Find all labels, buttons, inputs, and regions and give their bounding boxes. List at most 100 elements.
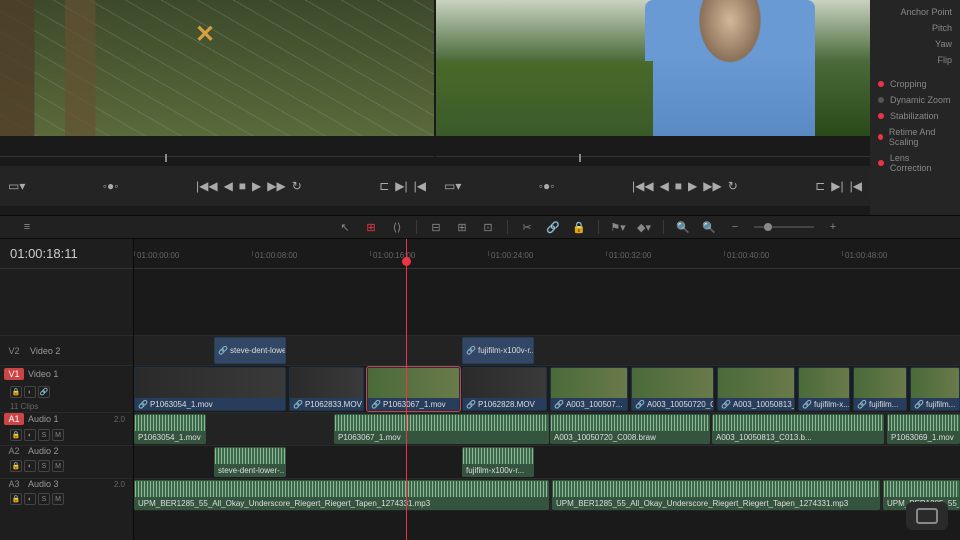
flag-icon[interactable]: ⚑▾ [611,220,625,234]
clip[interactable]: A003_10050720_C008.braw [550,414,710,444]
clip[interactable]: 🔗A003_10050813_C03... [717,367,795,411]
goto-in-icon[interactable]: ▶| [395,179,407,193]
playhead[interactable] [406,239,407,540]
clip[interactable]: 🔗fujifilm-x100v-r... [462,337,534,364]
clip[interactable]: 🔗P1063067_1.mov [367,367,460,411]
lock-button[interactable]: 🔒 [10,493,22,505]
clip[interactable]: 🔗fujifilm-x... [798,367,850,411]
source-viewer[interactable] [0,0,434,136]
first-frame-icon[interactable]: |◀◀ [632,179,654,193]
clip[interactable]: 🔗steve-dent-lower-... [214,337,286,364]
clip[interactable]: UPM_BER1285_55_All_Okay_Underscore_Riege… [134,480,549,510]
lock-icon[interactable]: 🔒 [572,220,586,234]
blade-tool-icon[interactable]: ⊟ [429,220,443,234]
cropping-row[interactable]: Cropping [870,76,960,92]
clip[interactable]: UPM_BER1285_55_All_Okay_Underscore_Riege… [552,480,880,510]
timeline-view-icon[interactable]: ≡ [20,220,34,234]
mute-button[interactable]: M [52,429,64,441]
overwrite-icon[interactable]: ⊡ [481,220,495,234]
solo-button[interactable]: S [38,429,50,441]
clip[interactable]: 🔗A003_10050720_C008.braw [631,367,714,411]
play-icon[interactable]: ▶ [252,179,261,193]
razor-icon[interactable]: ✂ [520,220,534,234]
track-header-a1[interactable]: A1Audio 12.0 🔒◐SM [0,412,133,445]
clip[interactable]: P1063069_1.mov [887,414,960,444]
arrow-tool-icon[interactable]: ↖ [338,220,352,234]
anchor-point-label[interactable]: Anchor Point [870,4,960,20]
program-viewer[interactable] [436,0,870,136]
chat-icon[interactable] [906,502,948,530]
next-frame-icon[interactable]: ▶▶ [703,179,721,193]
match-frame-icon[interactable]: ◦●◦ [539,179,555,193]
clip[interactable]: 🔗fujifilm... [910,367,960,411]
next-frame-icon[interactable]: ▶▶ [267,179,285,193]
toggle-button[interactable]: ◐ [24,386,36,398]
play-icon[interactable]: ▶ [688,179,697,193]
mute-button[interactable]: M [52,493,64,505]
loop-icon[interactable]: ↻ [292,179,302,193]
source-scrub-bar[interactable] [0,156,434,164]
viewer-panel [0,0,870,136]
stop-icon[interactable]: ■ [675,179,682,193]
toggle-button[interactable]: ◐ [24,460,36,472]
clip[interactable]: P1063067_1.mov [334,414,549,444]
minus-icon[interactable]: − [728,220,742,234]
timeline-ruler[interactable]: 01:00:00:0001:00:08:0001:00:16:0001:00:2… [134,239,960,269]
mark-in-icon[interactable]: ⊏ [815,179,825,193]
clip[interactable]: P1063054_1.mov [134,414,206,444]
solo-button[interactable]: S [38,460,50,472]
program-scrub-bar[interactable] [436,156,870,164]
viewer-mode-icon[interactable]: ▭▾ [8,179,25,193]
track-header-a2[interactable]: A2Audio 2 🔒◐SM [0,445,133,478]
mute-button[interactable]: M [52,460,64,472]
marker-icon[interactable]: ◆▾ [637,220,651,234]
pitch-label[interactable]: Pitch [870,20,960,36]
lock-button[interactable]: 🔒 [10,460,22,472]
timecode-display[interactable]: 01:00:18:11 [0,239,133,269]
zoom-out-icon[interactable]: 🔍 [676,220,690,234]
retime-row[interactable]: Retime And Scaling [870,124,960,150]
insert-icon[interactable]: ⊞ [455,220,469,234]
yaw-label[interactable]: Yaw [870,36,960,52]
lock-button[interactable]: 🔒 [10,429,22,441]
prev-frame-icon[interactable]: ◀ [660,179,669,193]
clip[interactable]: 🔗P1062833.MOV [289,367,364,411]
solo-button[interactable]: S [38,493,50,505]
clip[interactable]: 🔗P1063054_1.mov [134,367,286,411]
clip[interactable]: fujifilm-x100v-r... [462,447,534,477]
stop-icon[interactable]: ■ [239,179,246,193]
goto-out-icon[interactable]: |◀ [414,179,426,193]
toggle-button[interactable]: ◐ [24,429,36,441]
plus-icon[interactable]: + [826,220,840,234]
prev-frame-icon[interactable]: ◀ [224,179,233,193]
lock-button[interactable]: 🔒 [10,386,22,398]
inspector-panel: Anchor Point Pitch Yaw Flip Cropping Dyn… [870,0,960,215]
dynamic-zoom-row[interactable]: Dynamic Zoom [870,92,960,108]
goto-in-icon[interactable]: ▶| [831,179,843,193]
stabilization-row[interactable]: Stabilization [870,108,960,124]
track-header-v1[interactable]: V1Video 1 🔒◐🔗 11 Clips [0,365,133,412]
match-frame-icon[interactable]: ◦●◦ [103,179,119,193]
zoom-fit-icon[interactable]: 🔍 [702,220,716,234]
trim-tool-icon[interactable]: ⊞ [364,220,378,234]
toggle-button[interactable]: ◐ [24,493,36,505]
track-header-a3[interactable]: A3Audio 32.0 🔒◐SM [0,478,133,511]
clip[interactable]: 🔗A003_100507... [550,367,628,411]
viewer-mode-icon[interactable]: ▭▾ [444,179,461,193]
zoom-slider[interactable] [754,226,814,228]
dynamic-trim-icon[interactable]: ⟨⟩ [390,220,404,234]
clip[interactable]: 🔗P1062828.MOV [462,367,547,411]
link-button[interactable]: 🔗 [38,386,50,398]
loop-icon[interactable]: ↻ [728,179,738,193]
track-header-v2[interactable]: V2 Video 2 [0,335,133,365]
first-frame-icon[interactable]: |◀◀ [196,179,218,193]
flip-label[interactable]: Flip [870,52,960,68]
mark-in-icon[interactable]: ⊏ [379,179,389,193]
timeline-tracks[interactable]: 01:00:00:0001:00:08:0001:00:16:0001:00:2… [134,239,960,540]
clip[interactable]: A003_10050813_C013.b... [712,414,884,444]
clip[interactable]: steve-dent-lower-... [214,447,286,477]
link-icon[interactable]: 🔗 [546,220,560,234]
lens-correction-row[interactable]: Lens Correction [870,150,960,176]
clip[interactable]: 🔗fujifilm... [853,367,907,411]
goto-out-icon[interactable]: |◀ [850,179,862,193]
